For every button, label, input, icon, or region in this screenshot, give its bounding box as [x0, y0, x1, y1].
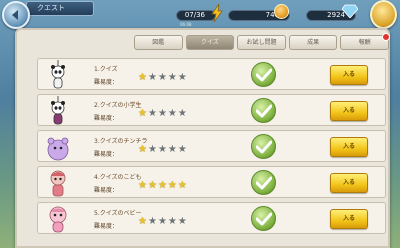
child-avatar-icon	[50, 170, 66, 197]
star-icon: ★	[138, 144, 147, 155]
star-icon: ★	[157, 72, 167, 83]
quiz-title: 4.クイズのこども	[94, 174, 142, 181]
star-icon: ★	[147, 72, 157, 83]
quiz-row: 4.クイズのこども 難易度： ★ ★ ★ ★ ★ 入る	[37, 166, 386, 198]
star-icon: ★	[177, 180, 187, 191]
gold-coin-icon	[274, 4, 289, 19]
star-icon: ★	[167, 180, 177, 191]
diamond-icon	[342, 4, 358, 18]
star-icon: ★	[147, 216, 157, 227]
tab-rewards[interactable]: 報酬	[340, 33, 390, 50]
difficulty-label: 難易度：	[94, 223, 119, 230]
panda-avatar-icon	[51, 60, 65, 89]
tab-quiz[interactable]: クイズ	[185, 35, 235, 50]
lightning-icon	[211, 4, 223, 22]
enter-button[interactable]: 入る	[330, 101, 368, 121]
tab-trial[interactable]: お試し問題	[237, 35, 286, 50]
stamina-timer: 06:08	[180, 22, 192, 27]
star-icon: ★	[138, 180, 147, 191]
notification-dot	[381, 33, 390, 41]
star-icon: ★	[147, 144, 157, 155]
quiz-row: 5.クイズのベビー 難易度： ★ ★ ★ ★ ★ 入る	[37, 202, 386, 234]
enter-button[interactable]: 入る	[330, 65, 368, 85]
difficulty-label: 難易度：	[94, 151, 119, 158]
quiz-title: 5.クイズのベビー	[94, 210, 142, 217]
difficulty-label: 難易度：	[94, 79, 119, 86]
star-icon: ★	[167, 108, 177, 119]
quiz-panel: 図鑑 クイズ お試し問題 成果 報酬 1.クイズ 難易度： ★ ★ ★ ★ ★ …	[15, 28, 390, 248]
trophy-button[interactable]	[370, 0, 397, 29]
difficulty-label: 難易度：	[94, 187, 119, 194]
enter-button[interactable]: 入る	[330, 209, 368, 229]
quiz-row: 1.クイズ 難易度： ★ ★ ★ ★ ★ 入る	[37, 58, 386, 90]
baby-avatar-icon	[49, 206, 67, 233]
star-icon: ★	[157, 180, 167, 191]
difficulty-stars: ★ ★ ★ ★ ★	[138, 181, 187, 191]
tab-rewards-label: 報酬	[358, 39, 371, 46]
quiz-row: 2.クイズの小学生 難易度： ★ ★ ★ ★ ★ 入る	[37, 94, 386, 126]
star-icon: ★	[177, 72, 187, 83]
quiz-row: 3.クイズのチンチラ 難易度： ★ ★ ★ ★ ★ 入る	[37, 130, 386, 162]
panda-child-avatar-icon	[51, 96, 65, 125]
star-icon: ★	[167, 72, 177, 83]
quiz-title: 1.クイズ	[94, 66, 118, 73]
quiz-title: 2.クイズの小学生	[94, 102, 142, 109]
star-icon: ★	[167, 144, 177, 155]
star-icon: ★	[138, 108, 147, 119]
star-icon: ★	[157, 108, 167, 119]
star-icon: ★	[138, 216, 147, 227]
tab-bar: 図鑑 クイズ お試し問題 成果 報酬	[134, 33, 390, 50]
difficulty-stars: ★ ★ ★ ★ ★	[138, 145, 187, 155]
tab-results[interactable]: 成果	[288, 35, 338, 50]
enter-button[interactable]: 入る	[330, 137, 368, 157]
completed-check-icon	[251, 62, 276, 87]
completed-check-icon	[251, 98, 276, 123]
difficulty-stars: ★ ★ ★ ★ ★	[138, 109, 187, 119]
star-icon: ★	[138, 72, 147, 83]
star-icon: ★	[147, 180, 157, 191]
star-icon: ★	[157, 144, 167, 155]
completed-check-icon	[251, 170, 276, 195]
chinchilla-avatar-icon	[47, 137, 69, 161]
star-icon: ★	[157, 216, 167, 227]
stamina-value: 07/36	[184, 11, 205, 19]
difficulty-stars: ★ ★ ★ ★ ★	[138, 73, 187, 83]
back-button[interactable]	[2, 1, 30, 29]
difficulty-label: 難易度：	[94, 115, 119, 122]
star-icon: ★	[147, 108, 157, 119]
star-icon: ★	[167, 216, 177, 227]
star-icon: ★	[177, 216, 187, 227]
completed-check-icon	[251, 134, 276, 159]
star-icon: ★	[177, 144, 187, 155]
page-title: クエスト	[26, 1, 94, 16]
star-icon: ★	[177, 108, 187, 119]
back-arrow-icon	[12, 10, 18, 20]
enter-button[interactable]: 入る	[330, 173, 368, 193]
completed-check-icon	[251, 206, 276, 231]
difficulty-stars: ★ ★ ★ ★ ★	[138, 217, 187, 227]
tab-encyclopedia[interactable]: 図鑑	[134, 35, 183, 50]
